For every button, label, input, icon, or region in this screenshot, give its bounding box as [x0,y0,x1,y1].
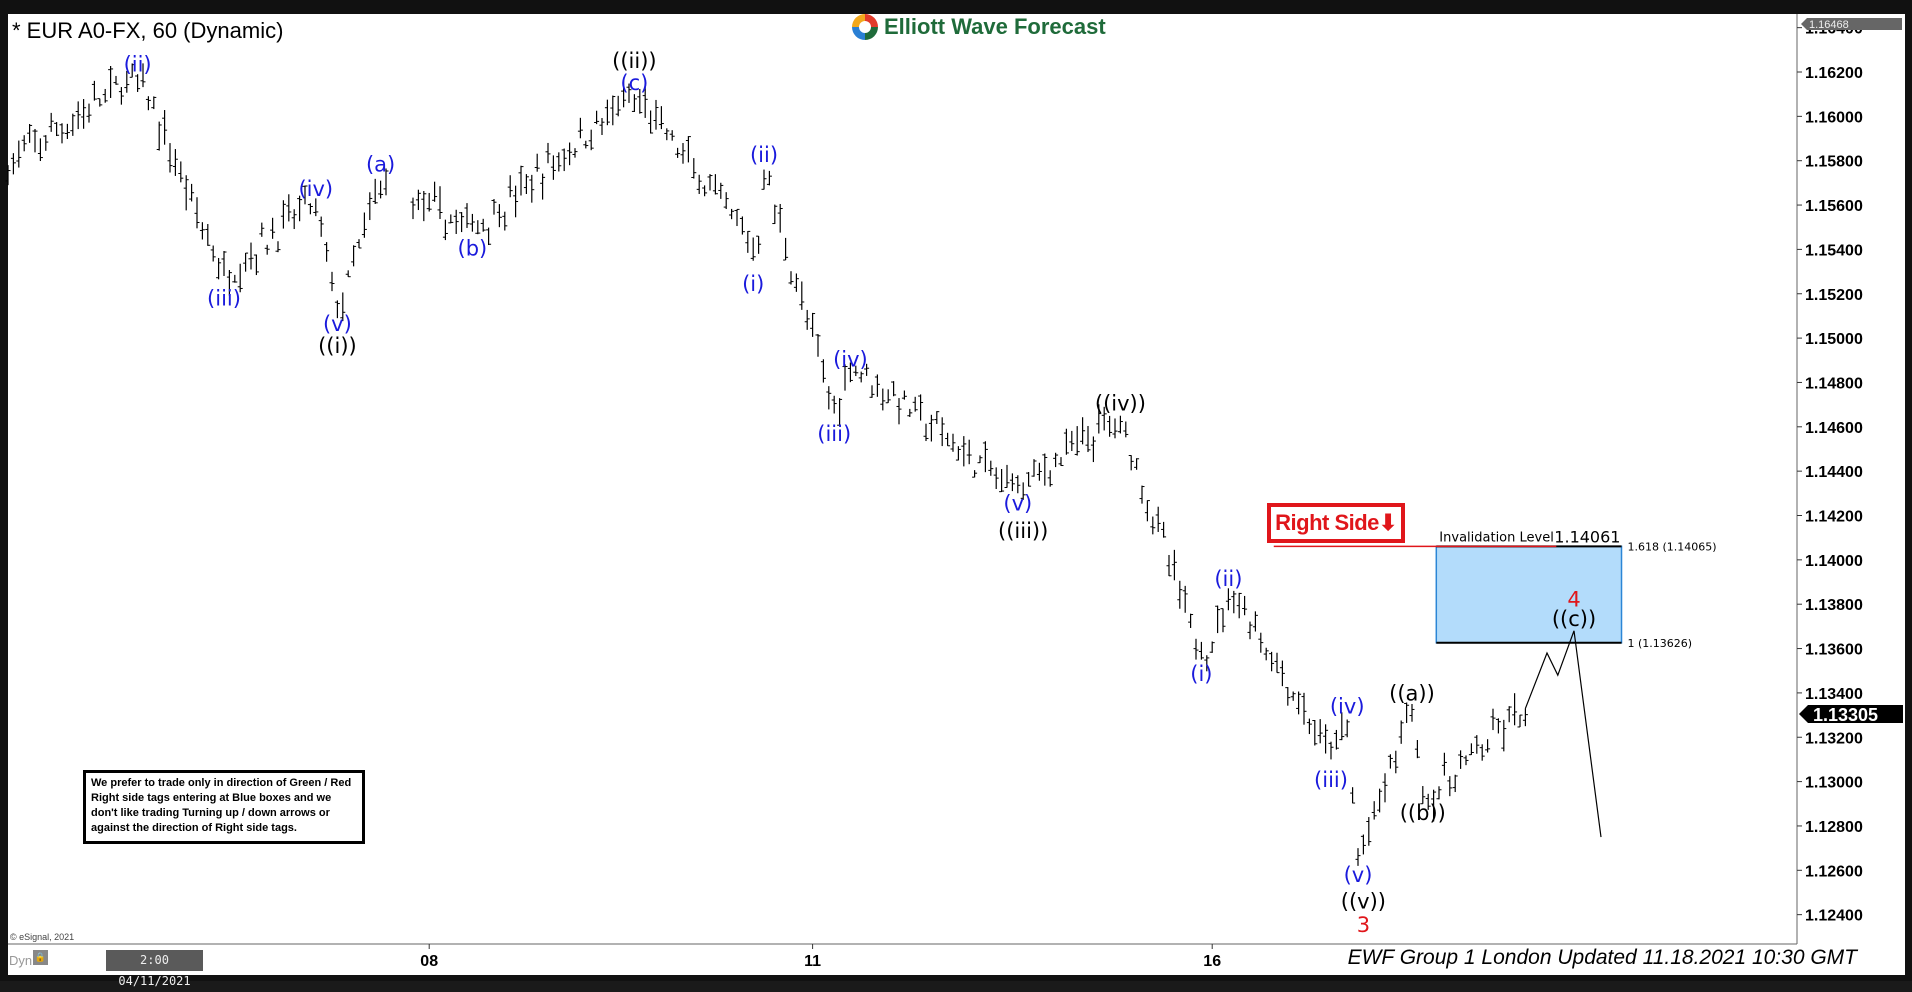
last-price-value: 1.13305 [1813,705,1878,725]
y-tick-label: 1.13800 [1805,597,1863,614]
wave-label: ((c)) [1552,607,1596,631]
wave-label: ((v)) [1341,890,1386,914]
y-tick-label: 1.16200 [1805,65,1863,82]
wave-label: (ii) [750,143,778,167]
wave-label: ((iii)) [998,519,1048,543]
wave-label: (i) [1190,662,1212,686]
update-footer: EWF Group 1 London Updated 11.18.2021 10… [1347,946,1857,969]
y-tick-label: 1.14800 [1805,375,1863,392]
wave-label: (ii) [1214,567,1242,591]
top-price-tag: 1.16468 [1801,18,1902,31]
arrow-down-icon: ⬇ [1378,510,1397,535]
wave-label: 3 [1357,913,1370,937]
y-tick-label: 1.14400 [1805,464,1863,481]
wave-label: ((a)) [1389,681,1435,705]
y-tick-label: 1.12800 [1805,819,1863,836]
wave-label: (iii) [817,422,851,446]
chart-title: * EUR A0-FX, 60 (Dynamic) [12,18,284,43]
lock-icon[interactable]: 🔒 [33,950,48,965]
wave-label: (iv) [833,348,868,372]
y-tick-label: 1.14600 [1805,420,1863,437]
wave-label: (ii) [124,53,152,77]
right-side-tag: Right Side⬇ [1267,503,1405,543]
y-tick-label: 1.15800 [1805,154,1863,171]
right-side-label: Right Side [1275,510,1379,535]
invalidation-label: Invalidation Level [1439,530,1554,545]
x-tick-label: 11 [804,953,821,970]
dyn-label[interactable]: Dyn [9,953,32,968]
wave-label: (c) [620,71,648,95]
fib-label: 1.618 (1.14065) [1628,540,1717,553]
copyright: © eSignal, 2021 [10,932,75,942]
wave-label: (v) [1003,491,1032,515]
wave-label: (v) [1344,863,1373,887]
y-tick-label: 1.12400 [1805,908,1863,925]
wave-label: (iii) [1314,768,1348,792]
y-tick-label: 1.15200 [1805,287,1863,304]
top-price-value: 1.16468 [1809,19,1849,31]
wave-label: (iv) [298,177,333,201]
y-tick-label: 1.13600 [1805,642,1863,659]
start-datetime: 2:00 04/11/2021 [106,950,203,988]
wave-label: (a) [366,153,395,177]
logo: Elliott Wave Forecast [852,14,1106,40]
x-tick-label: 16 [1203,953,1221,970]
logo-icon [852,14,878,40]
disclaimer-box: We prefer to trade only in direction of … [83,770,365,844]
wave-label: ((b)) [1400,801,1446,825]
y-tick-label: 1.14200 [1805,509,1863,526]
wave-label: ((iv)) [1095,391,1146,415]
y-tick-label: 1.13000 [1805,775,1863,792]
wave-label: (b) [458,237,488,261]
y-tick-label: 1.12600 [1805,863,1863,880]
wave-label: (v) [323,312,352,336]
y-tick-label: 1.15600 [1805,198,1863,215]
wave-label: (iii) [207,287,241,311]
y-tick-label: 1.14000 [1805,553,1863,570]
wave-label: ((i)) [318,334,357,358]
wave-label: (iv) [1330,695,1365,719]
y-tick-label: 1.16000 [1805,109,1863,126]
wave-label: (i) [742,272,764,296]
fib-label: 1 (1.13626) [1628,637,1693,650]
last-price-tag: 1.13305 [1799,704,1903,725]
logo-text: Elliott Wave Forecast [884,14,1106,39]
x-tick-label: 08 [420,953,438,970]
y-tick-label: 1.15000 [1805,331,1863,348]
y-tick-label: 1.13200 [1805,730,1863,747]
wave-label: ((ii)) [612,49,656,73]
y-tick-label: 1.13400 [1805,686,1863,703]
y-tick-label: 1.15400 [1805,242,1863,259]
invalidation-value: 1.14061 [1554,527,1620,546]
